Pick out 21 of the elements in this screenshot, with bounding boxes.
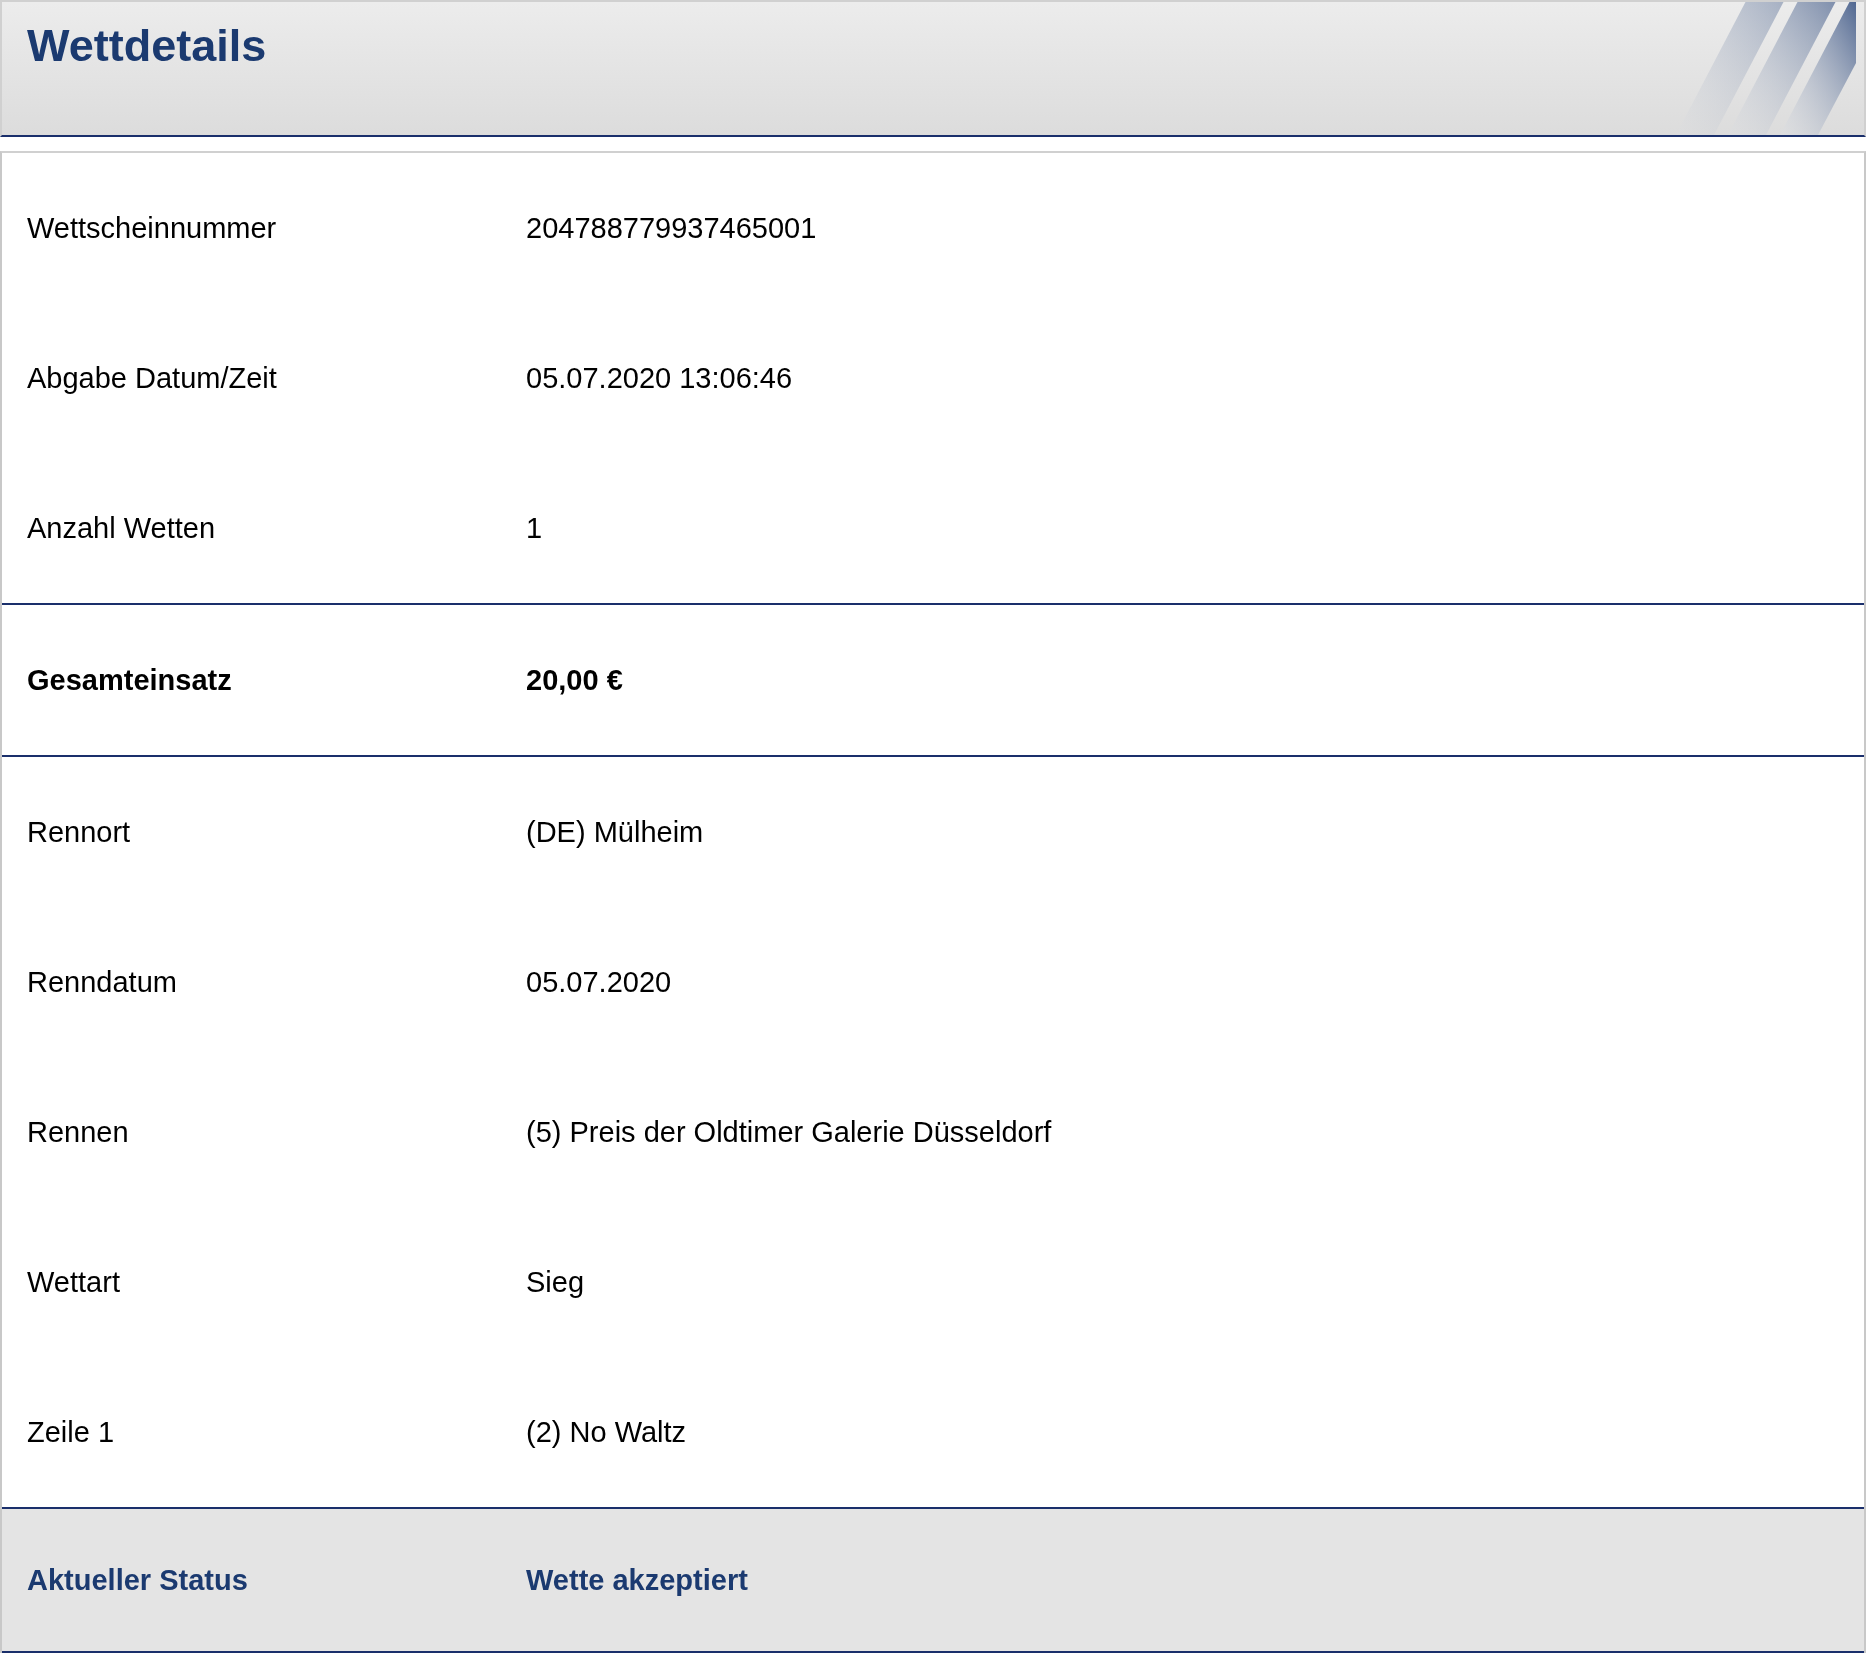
field-value: (5) Preis der Oldtimer Galerie Düsseldorf xyxy=(526,1115,1052,1149)
field-value: 20,00 € xyxy=(526,663,623,697)
field-value: 05.07.2020 xyxy=(526,965,672,999)
field-label: Wettart xyxy=(26,1265,121,1299)
field-label: Anzahl Wetten xyxy=(26,511,217,545)
field-value: 204788779937465001 xyxy=(526,211,817,245)
field-value: 05.07.2020 13:06:46 xyxy=(526,361,793,395)
field-label: Aktueller Status xyxy=(26,1563,249,1597)
field-value: (DE) Mülheim xyxy=(526,815,704,849)
field-label: Wettscheinnummer xyxy=(26,211,278,245)
field-value: Sieg xyxy=(526,1265,585,1299)
field-label: Gesamteinsatz xyxy=(26,663,233,697)
field-label: Rennort xyxy=(26,815,132,849)
page-title: Wettdetails xyxy=(27,20,267,72)
field-value: (2) No Waltz xyxy=(526,1415,687,1449)
field-label: Zeile 1 xyxy=(26,1415,116,1449)
field-label: Abgabe Datum/Zeit xyxy=(26,361,278,395)
field-value: 1 xyxy=(526,511,543,545)
field-label: Rennen xyxy=(26,1115,130,1149)
field-value: Wette akzeptiert xyxy=(526,1563,748,1597)
field-label: Renndatum xyxy=(26,965,178,999)
